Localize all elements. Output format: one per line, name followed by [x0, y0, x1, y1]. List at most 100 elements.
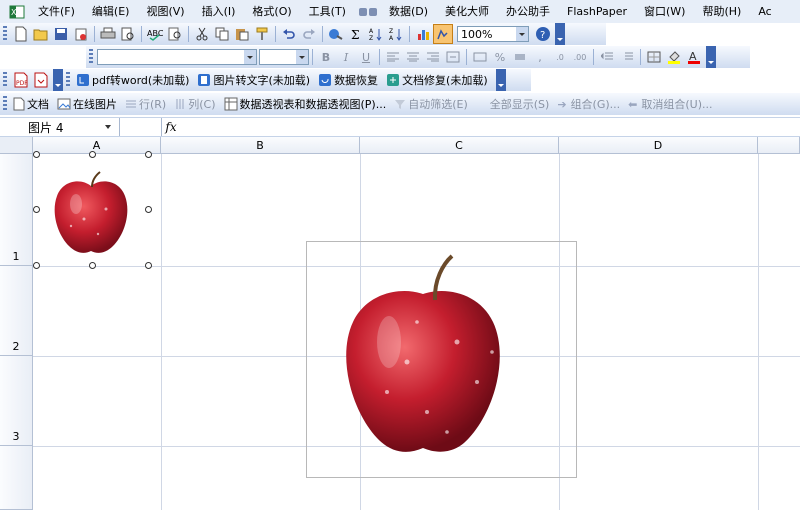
resize-handle[interactable]: [145, 151, 152, 158]
new-icon[interactable]: [11, 24, 31, 44]
align-right-icon[interactable]: [423, 47, 443, 67]
column-header-c[interactable]: C: [360, 137, 559, 154]
font-name-select[interactable]: [97, 49, 257, 65]
percent-icon[interactable]: %: [490, 47, 510, 67]
excel-app-icon[interactable]: X: [8, 4, 26, 20]
row-header-4[interactable]: [0, 446, 33, 510]
document-button[interactable]: 文档: [11, 94, 55, 114]
autofilter-button[interactable]: 自动筛选(E): [392, 94, 474, 114]
column-header-a[interactable]: A: [33, 137, 161, 154]
doc-repair-button[interactable]: 文档修复(未加载): [384, 70, 494, 90]
menu-office-assistant[interactable]: 办公助手: [498, 0, 559, 23]
format-painter-icon[interactable]: [252, 24, 272, 44]
resize-handle[interactable]: [89, 151, 96, 158]
name-box[interactable]: 图片 4: [0, 118, 120, 136]
italic-icon[interactable]: I: [336, 47, 356, 67]
insert-column-button[interactable]: 列(C): [172, 94, 221, 114]
ungroup-button[interactable]: ⬅ 取消组合(U)...: [626, 94, 718, 114]
cut-icon[interactable]: [192, 24, 212, 44]
menu-tools[interactable]: 工具(T): [301, 0, 355, 23]
insert-function-icon[interactable]: fx: [164, 118, 178, 136]
image-to-text-button[interactable]: 图片转文字(未加载): [195, 70, 316, 90]
menu-insert[interactable]: 插入(I): [194, 0, 245, 23]
comma-style-icon[interactable]: [510, 47, 530, 67]
redo-icon[interactable]: [299, 24, 319, 44]
currency-icon[interactable]: [470, 47, 490, 67]
align-center-icon[interactable]: [403, 47, 423, 67]
pdf-create-icon[interactable]: PDF: [11, 70, 31, 90]
worksheet-grid[interactable]: A B C D 1 2 3: [0, 137, 800, 510]
comma-icon[interactable]: ,: [530, 47, 550, 67]
toolbar-options-icon[interactable]: [555, 23, 565, 45]
drawing-icon[interactable]: [433, 24, 453, 44]
chart-wizard-icon[interactable]: [413, 24, 433, 44]
menu-help[interactable]: 帮助(H): [694, 0, 750, 23]
toolbar-options-icon[interactable]: [53, 69, 63, 91]
menu-addin-icon[interactable]: [357, 5, 379, 19]
spelling-icon[interactable]: ABC: [145, 24, 165, 44]
save-icon[interactable]: [51, 24, 71, 44]
chevron-down-icon[interactable]: [101, 125, 115, 129]
resize-handle[interactable]: [33, 262, 40, 269]
select-all-button[interactable]: [0, 137, 33, 154]
menu-data[interactable]: 数据(D): [381, 0, 437, 23]
research-icon[interactable]: [165, 24, 185, 44]
merge-center-icon[interactable]: [443, 47, 463, 67]
pdf-convert-icon[interactable]: [31, 70, 51, 90]
resize-handle[interactable]: [33, 151, 40, 158]
menu-file[interactable]: 文件(F): [30, 0, 84, 23]
sort-descending-icon[interactable]: ZA: [386, 24, 406, 44]
toolbar-options-icon[interactable]: [495, 69, 506, 91]
column-header-d[interactable]: D: [559, 137, 758, 154]
large-apple-frame[interactable]: [306, 241, 577, 478]
pivot-table-button[interactable]: 数据透视表和数据透视图(P)...: [222, 94, 393, 114]
online-picture-button[interactable]: 在线图片: [55, 94, 123, 114]
sort-ascending-icon[interactable]: AZ: [366, 24, 386, 44]
fill-color-icon[interactable]: [664, 47, 684, 67]
menu-acrobat[interactable]: Ac: [750, 0, 780, 23]
bold-icon[interactable]: B: [316, 47, 336, 67]
row-header-1[interactable]: 1: [0, 154, 33, 266]
toolbar-grip[interactable]: [89, 49, 93, 65]
font-color-icon[interactable]: A: [684, 47, 704, 67]
underline-icon[interactable]: U: [356, 47, 376, 67]
toolbar-grip[interactable]: [3, 26, 7, 42]
toolbar-options-icon[interactable]: [706, 46, 716, 68]
decrease-indent-icon[interactable]: [597, 47, 617, 67]
help-icon[interactable]: ?: [533, 24, 553, 44]
row-header-2[interactable]: 2: [0, 266, 33, 356]
zoom-select[interactable]: 100%: [457, 26, 529, 42]
group-button[interactable]: ➔ 组合(G)...: [555, 94, 626, 114]
show-all-button[interactable]: 全部显示(S): [474, 94, 556, 114]
column-header-e[interactable]: [758, 137, 800, 154]
menu-view[interactable]: 视图(V): [138, 0, 193, 23]
data-recovery-button[interactable]: 数据恢复: [316, 70, 384, 90]
open-icon[interactable]: [31, 24, 51, 44]
insert-row-button[interactable]: 行(R): [123, 94, 172, 114]
print-preview-icon[interactable]: [118, 24, 138, 44]
toolbar-grip[interactable]: [3, 96, 7, 112]
copy-icon[interactable]: [212, 24, 232, 44]
pdf-to-word-button[interactable]: pdf转word(未加载): [74, 70, 195, 90]
resize-handle[interactable]: [145, 262, 152, 269]
decrease-decimal-icon[interactable]: .00: [570, 47, 590, 67]
hyperlink-icon[interactable]: [326, 24, 346, 44]
undo-icon[interactable]: [279, 24, 299, 44]
font-size-select[interactable]: [259, 49, 309, 65]
toolbar-grip[interactable]: [3, 72, 7, 88]
menu-beautify[interactable]: 美化大师: [437, 0, 498, 23]
autosum-icon[interactable]: Σ: [346, 24, 366, 44]
row-header-3[interactable]: 3: [0, 356, 33, 446]
chevron-down-icon[interactable]: [296, 50, 308, 64]
permission-icon[interactable]: [71, 24, 91, 44]
increase-decimal-icon[interactable]: .0: [550, 47, 570, 67]
column-header-b[interactable]: B: [161, 137, 360, 154]
selected-apple-picture[interactable]: [33, 151, 152, 269]
paste-icon[interactable]: [232, 24, 252, 44]
resize-handle[interactable]: [89, 262, 96, 269]
resize-handle[interactable]: [145, 206, 152, 213]
menu-format[interactable]: 格式(O): [244, 0, 300, 23]
borders-icon[interactable]: [644, 47, 664, 67]
formula-input[interactable]: [178, 118, 800, 136]
increase-indent-icon[interactable]: [617, 47, 637, 67]
